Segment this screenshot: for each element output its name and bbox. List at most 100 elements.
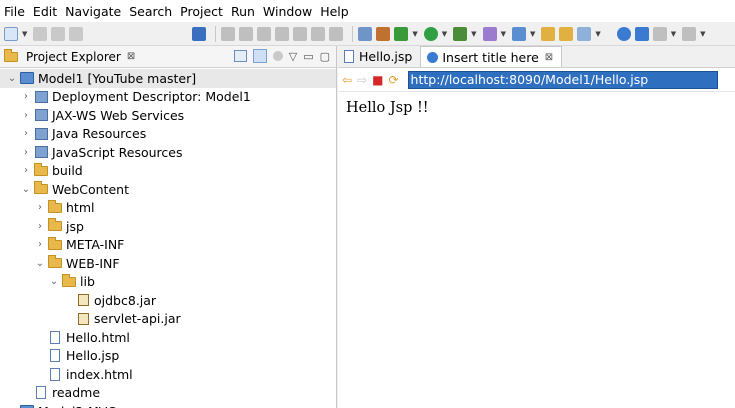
chevron-right-icon[interactable]: ›: [20, 147, 32, 158]
chevron-right-icon[interactable]: ›: [20, 91, 32, 102]
stop-icon[interactable]: ■: [372, 73, 383, 87]
tree-item[interactable]: › build: [0, 162, 336, 181]
url-input[interactable]: http://localhost:8090/Model1/Hello.jsp: [407, 70, 718, 89]
close-icon[interactable]: ⊠: [127, 51, 135, 62]
coverage-icon[interactable]: [482, 26, 497, 41]
menu-file[interactable]: File: [4, 4, 25, 19]
new-icon[interactable]: [4, 26, 18, 41]
descriptor-icon: [34, 90, 48, 104]
tree-item[interactable]: › Java Resources: [0, 125, 336, 144]
folder-icon: [48, 236, 62, 252]
chevron-right-icon[interactable]: ›: [34, 239, 46, 250]
chevron-right-icon[interactable]: ›: [34, 202, 46, 213]
tree-item[interactable]: › JAX-WS Web Services: [0, 106, 336, 125]
tree-item[interactable]: › META-INF: [0, 236, 336, 255]
tree-item-label: JavaScript Resources: [52, 144, 183, 160]
tree-item[interactable]: ojdbc8.jar: [0, 291, 336, 310]
chevron-down-icon[interactable]: ⌄: [48, 276, 60, 287]
terminate-icon[interactable]: [257, 26, 272, 41]
dropdown-arrow-icon[interactable]: ▼: [22, 30, 27, 38]
view-menu-icon[interactable]: [272, 51, 283, 61]
tree-item[interactable]: ⌄ Model1 [YouTube master]: [0, 69, 336, 88]
project-icon: [20, 71, 34, 85]
project-explorer-title[interactable]: Project Explorer: [26, 50, 121, 64]
project-explorer-header: Project Explorer ⊠ ▽ ▭ ▢: [0, 46, 336, 68]
debug-icon[interactable]: [453, 26, 468, 41]
run-icon[interactable]: [423, 26, 438, 41]
tree-item[interactable]: servlet-api.jar: [0, 310, 336, 329]
close-tab-icon[interactable]: ⊠: [545, 52, 553, 63]
menu-project[interactable]: Project: [180, 4, 223, 19]
step-return-icon[interactable]: [329, 26, 344, 41]
suspend-icon[interactable]: [239, 26, 254, 41]
open-type-icon[interactable]: [541, 26, 556, 41]
webservice-icon: [34, 108, 48, 122]
tree-item[interactable]: › jsp: [0, 217, 336, 236]
tree-item[interactable]: readme: [0, 384, 336, 403]
menu-help[interactable]: Help: [320, 4, 349, 19]
editor-tab[interactable]: Insert title here ⊠: [420, 46, 563, 67]
save-all-icon[interactable]: [51, 26, 66, 41]
menu-navigate[interactable]: Navigate: [65, 4, 121, 19]
tree-item[interactable]: ⌄ lib: [0, 273, 336, 292]
tree-item[interactable]: ⌄ WEB-INF: [0, 254, 336, 273]
step-over-icon[interactable]: [311, 26, 326, 41]
tree-item[interactable]: › html: [0, 199, 336, 218]
chevron-down-icon[interactable]: ⌄: [6, 73, 18, 84]
file-icon: [343, 50, 355, 63]
back-icon[interactable]: ⇦: [342, 73, 352, 87]
collapse-all-icon[interactable]: [233, 50, 247, 62]
jar-icon: [76, 312, 90, 326]
dropdown-menu-icon[interactable]: ▽: [289, 50, 297, 63]
tree-item[interactable]: index.html: [0, 365, 336, 384]
editor-tabs: Hello.jsp Insert title here ⊠: [338, 46, 735, 68]
maximize-icon[interactable]: ▢: [320, 50, 330, 63]
server-icon[interactable]: [376, 26, 391, 41]
project-tree: ⌄ Model1 [YouTube master] › Deployment Desc…: [0, 68, 336, 408]
chevron-right-icon[interactable]: ›: [20, 128, 32, 139]
folder-icon: [48, 218, 62, 233]
tree-item[interactable]: ⌄ WebContent: [0, 180, 336, 199]
disconnect-icon[interactable]: [275, 26, 290, 41]
menu-edit[interactable]: Edit: [33, 4, 57, 19]
navigate-back-icon[interactable]: [682, 26, 697, 41]
tree-item[interactable]: Hello.html: [0, 328, 336, 347]
print-icon[interactable]: [69, 26, 84, 41]
link-editor-icon[interactable]: [252, 49, 267, 63]
menu-search[interactable]: Search: [129, 4, 172, 19]
menu-run[interactable]: Run: [231, 4, 255, 19]
save-icon[interactable]: [33, 26, 48, 41]
toolbar: ▼ ▼ ▼ ▼ ▼ ▼ ▼ ▼ ▼: [0, 22, 735, 46]
annotation-icon[interactable]: [652, 26, 667, 41]
search-tool-icon[interactable]: [634, 26, 649, 41]
format-icon[interactable]: [358, 26, 373, 41]
pen-icon[interactable]: [577, 26, 592, 41]
tree-item-label: Hello.jsp: [66, 348, 120, 364]
tree-item-label: readme: [52, 385, 101, 401]
tree-item[interactable]: › JavaScript Resources: [0, 143, 336, 162]
tree-item[interactable]: ›Model2-MVC: [0, 402, 336, 408]
globe-icon: [426, 51, 438, 63]
chevron-right-icon[interactable]: ›: [20, 165, 32, 176]
resume-icon[interactable]: [221, 26, 236, 41]
tree-item[interactable]: › Deployment Descriptor: Model1: [0, 88, 336, 107]
minimize-icon[interactable]: ▭: [303, 50, 313, 63]
chevron-right-icon[interactable]: ›: [34, 221, 46, 232]
browser-editor-panel: Hello.jsp Insert title here ⊠ ⇦ ⇨ ■ ⟳ http…: [338, 46, 735, 408]
chevron-right-icon[interactable]: ›: [20, 110, 32, 121]
open-folder-icon[interactable]: [559, 26, 574, 41]
skip-breakpoints-icon[interactable]: [192, 26, 207, 41]
step-into-icon[interactable]: [293, 26, 308, 41]
editor-tab[interactable]: Hello.jsp: [338, 46, 420, 67]
settings-icon[interactable]: [394, 26, 409, 41]
globe-icon[interactable]: [616, 26, 631, 41]
refresh-icon[interactable]: ⟳: [388, 73, 398, 87]
forward-icon[interactable]: ⇨: [357, 73, 367, 87]
folder-icon: [48, 199, 62, 215]
external-tools-icon[interactable]: [511, 26, 526, 41]
jar-icon: [76, 293, 90, 307]
chevron-down-icon[interactable]: ⌄: [20, 184, 32, 195]
chevron-down-icon[interactable]: ⌄: [34, 258, 46, 269]
menu-window[interactable]: Window: [263, 4, 312, 19]
tree-item[interactable]: Hello.jsp: [0, 347, 336, 366]
